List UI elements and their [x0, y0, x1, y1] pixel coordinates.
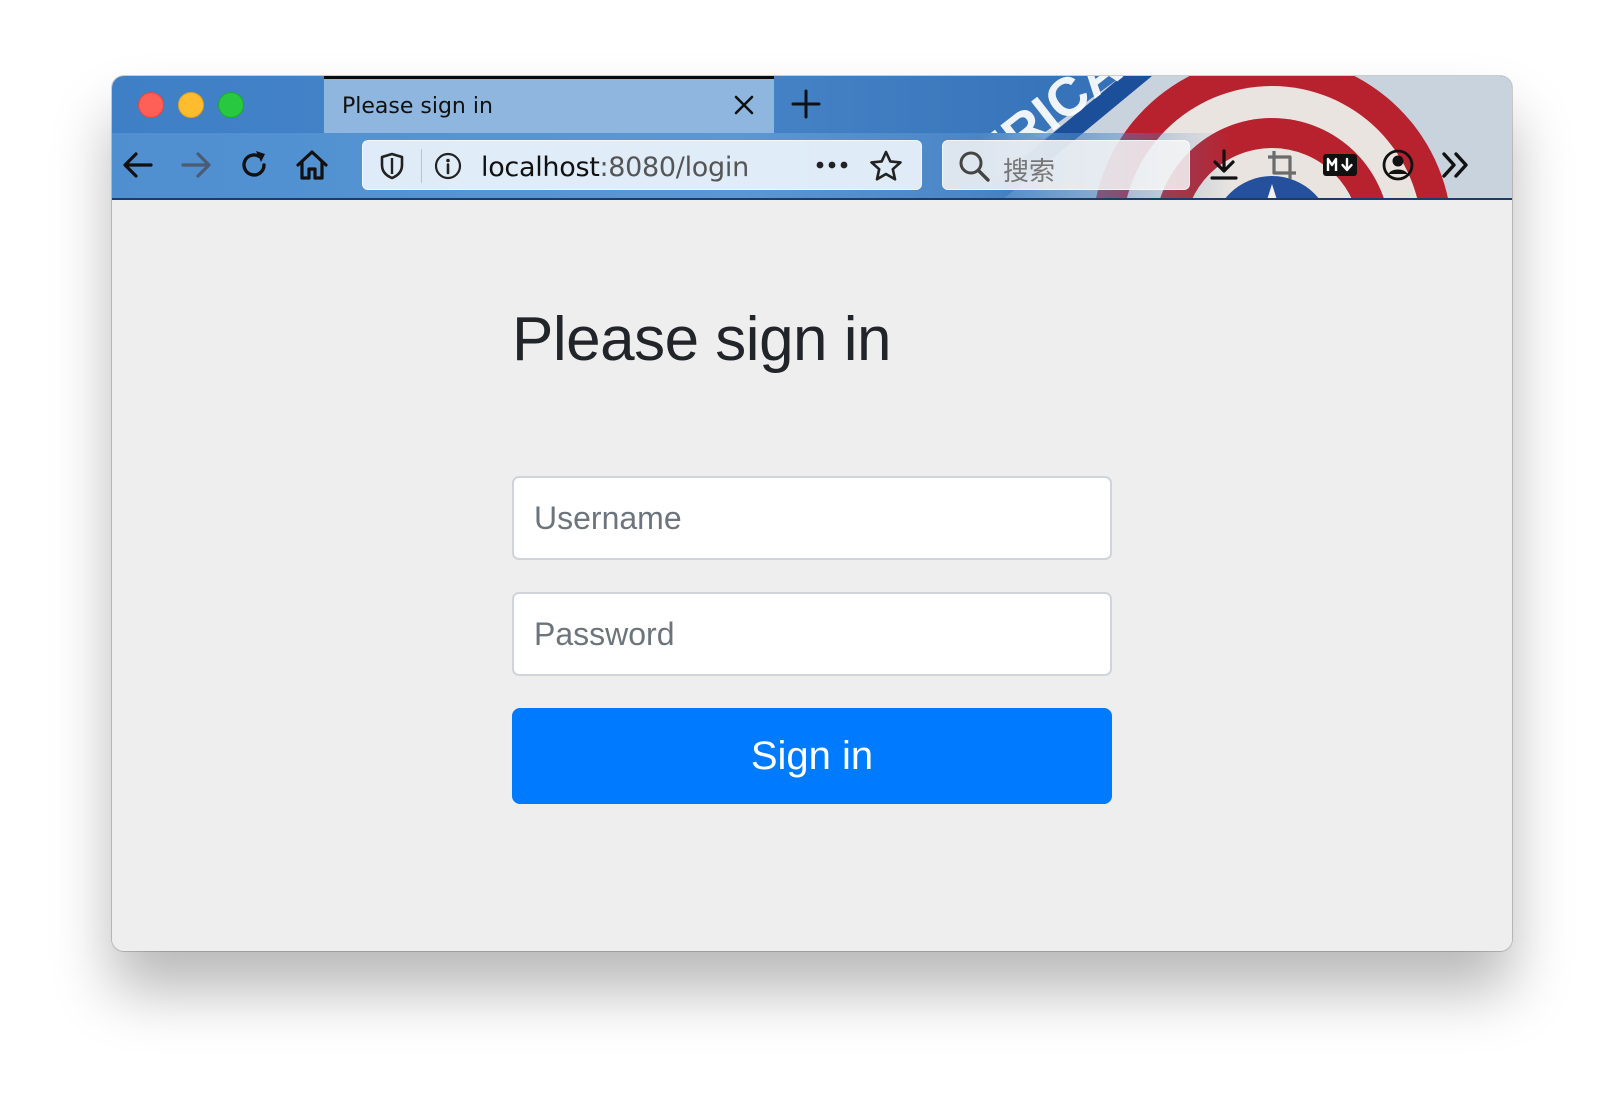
account-icon[interactable]	[1378, 145, 1418, 185]
page-title: Please sign in	[512, 305, 892, 374]
star-icon[interactable]	[869, 149, 903, 183]
markdown-icon[interactable]	[1320, 145, 1360, 185]
home-icon[interactable]	[292, 145, 332, 185]
forward-icon[interactable]	[176, 145, 216, 185]
back-icon[interactable]	[118, 145, 158, 185]
password-input[interactable]	[512, 592, 1112, 676]
info-icon[interactable]	[433, 151, 463, 181]
window-maximize-button[interactable]	[218, 92, 244, 118]
search-bar[interactable]: 搜索	[942, 140, 1190, 190]
url-path: :8080/login	[599, 152, 750, 183]
plus-icon[interactable]	[790, 88, 822, 120]
reload-icon[interactable]	[234, 145, 274, 185]
page-content: Please sign in Sign in	[112, 200, 1512, 951]
browser-window: ERICA Please sign in	[112, 76, 1512, 951]
search-icon	[959, 151, 990, 182]
search-placeholder: 搜索	[1003, 157, 1056, 187]
username-input[interactable]	[512, 476, 1112, 560]
crop-icon[interactable]	[1262, 145, 1302, 185]
overflow-icon[interactable]	[1436, 145, 1476, 185]
close-icon[interactable]	[732, 93, 756, 117]
shield-icon[interactable]	[377, 151, 407, 181]
sign-in-button[interactable]: Sign in	[512, 708, 1112, 804]
more-icon[interactable]	[815, 159, 849, 171]
tab-title: Please sign in	[342, 94, 493, 119]
url-host: localhost	[481, 152, 600, 183]
tab-active[interactable]: Please sign in	[324, 76, 774, 133]
download-icon[interactable]	[1204, 145, 1244, 185]
url-text[interactable]: localhost:8080/login	[481, 152, 749, 183]
url-bar[interactable]: localhost:8080/login	[362, 140, 922, 190]
window-close-button[interactable]	[138, 92, 164, 118]
window-minimize-button[interactable]	[178, 92, 204, 118]
url-separator	[421, 149, 422, 183]
nav-toolbar: localhost:8080/login 搜索	[112, 133, 1512, 200]
